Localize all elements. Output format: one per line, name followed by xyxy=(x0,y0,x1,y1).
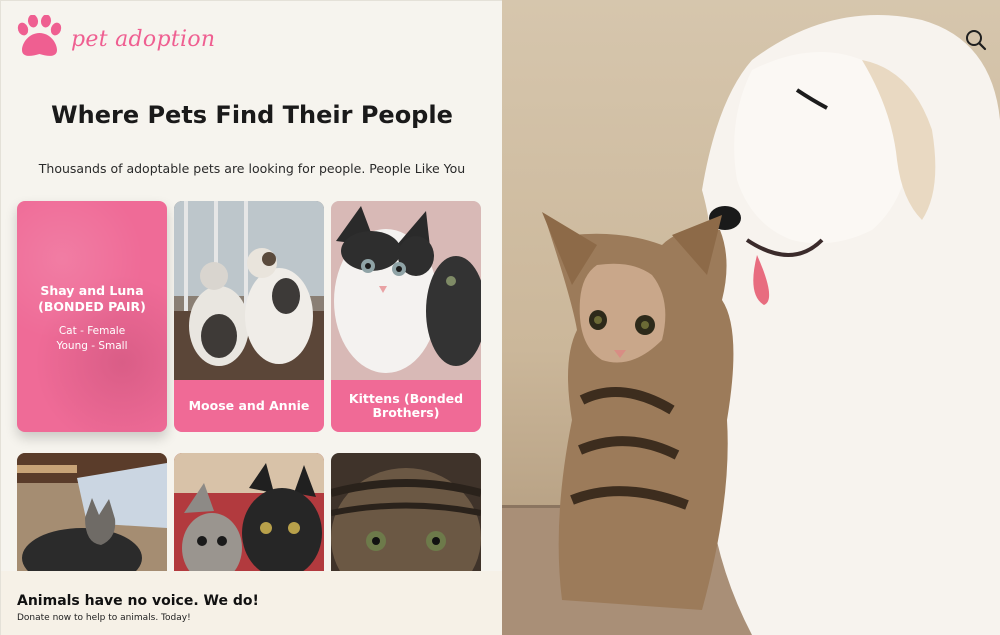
pet-name-suffix: (BONDED PAIR) xyxy=(38,298,146,314)
pet-name: Kittens (Bonded Brothers) xyxy=(331,380,481,432)
pet-photo xyxy=(331,201,481,380)
page-title: Where Pets Find Their People xyxy=(51,101,453,129)
pet-name: Moose and Annie xyxy=(174,380,324,432)
pet-type-gender: Cat - Female xyxy=(58,325,126,338)
site-logo[interactable]: pet adoption xyxy=(15,15,215,59)
pet-name: Shay and Luna xyxy=(40,283,144,298)
pet-age-size: Young - Small xyxy=(56,340,128,353)
left-panel: pet adoption Where Pets Find Their Peopl… xyxy=(0,0,502,635)
kitten-puppy-photo xyxy=(502,15,1000,635)
hero-image xyxy=(502,0,1000,635)
donate-title: Animals have no voice. We do! xyxy=(17,593,259,609)
page-subtitle: Thousands of adoptable pets are looking … xyxy=(38,161,466,176)
pet-card-kittens[interactable]: Kittens (Bonded Brothers) xyxy=(331,201,481,432)
pet-photo xyxy=(174,201,324,380)
logo-text: pet adoption xyxy=(71,26,216,52)
donate-subtitle: Donate now to help to animals. Today! xyxy=(17,613,191,623)
search-icon[interactable] xyxy=(964,28,988,52)
paw-icon xyxy=(17,15,62,56)
pet-card-featured[interactable]: Shay and Luna (BONDED PAIR) Cat - Female… xyxy=(17,201,167,432)
donate-banner: Animals have no voice. We do! Donate now… xyxy=(1,571,502,635)
pet-card-moose-annie[interactable]: Moose and Annie xyxy=(174,201,324,432)
